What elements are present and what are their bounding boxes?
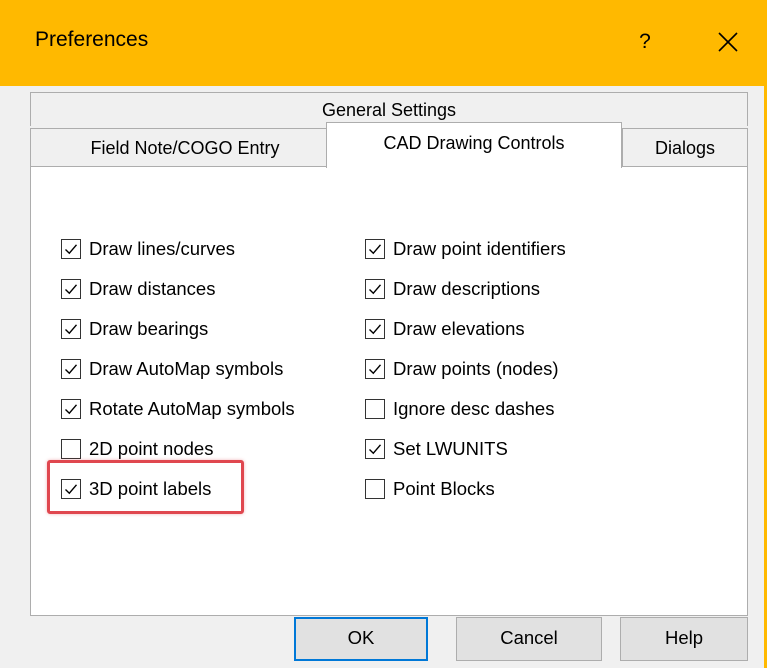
checkbox-checked-icon[interactable] [365,279,385,299]
help-button[interactable]: Help [620,617,748,661]
checkbox-label: Draw descriptions [393,278,541,299]
checkbox-unchecked-icon[interactable] [61,439,81,459]
help-icon[interactable]: ? [630,26,660,58]
checkbox-label: Draw elevations [393,318,525,339]
checkbox-label: Draw points (nodes) [393,358,559,379]
checkbox-checked-icon[interactable] [365,239,385,259]
checkbox-checked-icon[interactable] [61,359,81,379]
checkbox-checked-icon[interactable] [61,319,81,339]
checkbox-checked-icon[interactable] [365,439,385,459]
checkbox-draw-point-identifiers[interactable]: Draw point identifiers [365,236,566,262]
checkbox-label: Set LWUNITS [393,438,508,459]
checkbox-2d-point-nodes[interactable]: 2D point nodes [61,436,213,462]
checkbox-point-blocks[interactable]: Point Blocks [365,476,495,502]
checkbox-label: Rotate AutoMap symbols [89,398,295,419]
tab-general-settings[interactable]: General Settings [30,92,748,126]
checkbox-draw-bearings[interactable]: Draw bearings [61,316,208,342]
checkbox-ignore-desc-dashes[interactable]: Ignore desc dashes [365,396,554,422]
window-title: Preferences [35,28,149,51]
checkbox-checked-icon[interactable] [61,399,81,419]
checkbox-checked-icon[interactable] [365,319,385,339]
checkbox-draw-points-nodes[interactable]: Draw points (nodes) [365,356,559,382]
cancel-button[interactable]: Cancel [456,617,602,661]
close-icon[interactable] [706,20,750,64]
ok-button[interactable]: OK [294,617,428,661]
checkbox-checked-icon[interactable] [61,479,81,499]
checkbox-label: Draw AutoMap symbols [89,358,284,379]
checkbox-3d-point-labels[interactable]: 3D point labels [61,476,211,502]
checkbox-draw-lines-curves[interactable]: Draw lines/curves [61,236,235,262]
checkbox-checked-icon[interactable] [61,279,81,299]
checkbox-unchecked-icon[interactable] [365,479,385,499]
checkbox-set-lwunits[interactable]: Set LWUNITS [365,436,508,462]
checkbox-label: Draw point identifiers [393,238,566,259]
checkbox-draw-elevations[interactable]: Draw elevations [365,316,525,342]
checkbox-label: Ignore desc dashes [393,398,555,419]
checkbox-draw-descriptions[interactable]: Draw descriptions [365,276,540,302]
title-bar: Preferences ? [0,0,767,86]
checkbox-checked-icon[interactable] [61,239,81,259]
checkbox-unchecked-icon[interactable] [365,399,385,419]
checkbox-draw-distances[interactable]: Draw distances [61,276,215,302]
tab-cad-drawing-controls[interactable]: CAD Drawing Controls [326,122,622,168]
tab-field-note-cogo-entry[interactable]: Field Note/COGO Entry [30,128,340,166]
checkbox-label: 2D point nodes [89,438,214,459]
checkbox-draw-automap-symbols[interactable]: Draw AutoMap symbols [61,356,283,382]
tab-panel-cad-drawing-controls [30,166,748,616]
checkbox-label: Draw lines/curves [89,238,235,259]
tab-dialogs[interactable]: Dialogs [622,128,748,166]
checkbox-label: Draw distances [89,278,216,299]
checkbox-label: Point Blocks [393,478,495,499]
checkbox-label: Draw bearings [89,318,209,339]
checkbox-checked-icon[interactable] [365,359,385,379]
checkbox-label: 3D point labels [89,478,212,499]
checkbox-rotate-automap-symbols[interactable]: Rotate AutoMap symbols [61,396,295,422]
